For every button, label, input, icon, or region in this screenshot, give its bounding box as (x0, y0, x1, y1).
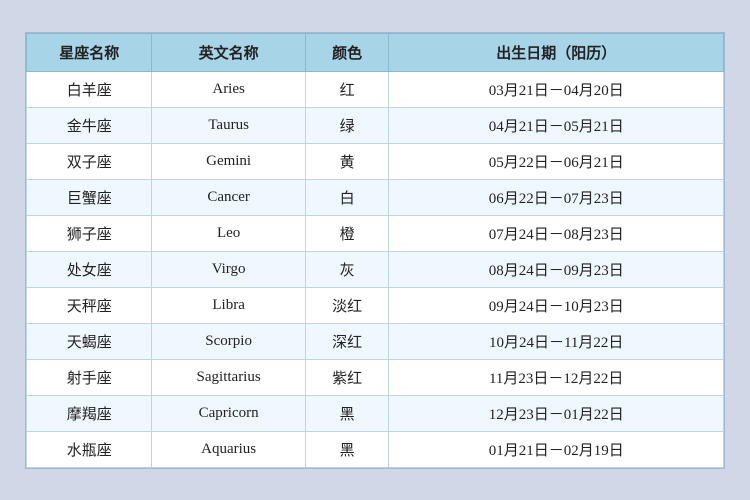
cell-color: 深红 (305, 323, 389, 359)
cell-en: Virgo (152, 251, 305, 287)
table-row: 水瓶座Aquarius黑01月21日－02月19日 (27, 431, 724, 467)
cell-en: Aquarius (152, 431, 305, 467)
cell-date: 05月22日－06月21日 (389, 143, 724, 179)
cell-en: Gemini (152, 143, 305, 179)
header-date: 出生日期（阳历） (389, 33, 724, 71)
cell-color: 绿 (305, 107, 389, 143)
cell-zh: 金牛座 (27, 107, 152, 143)
table-body: 白羊座Aries红03月21日－04月20日金牛座Taurus绿04月21日－0… (27, 71, 724, 467)
cell-en: Taurus (152, 107, 305, 143)
cell-date: 10月24日－11月22日 (389, 323, 724, 359)
header-zh: 星座名称 (27, 33, 152, 71)
table-row: 狮子座Leo橙07月24日－08月23日 (27, 215, 724, 251)
cell-en: Libra (152, 287, 305, 323)
cell-en: Cancer (152, 179, 305, 215)
zodiac-table: 星座名称 英文名称 颜色 出生日期（阳历） 白羊座Aries红03月21日－04… (26, 33, 724, 468)
header-en: 英文名称 (152, 33, 305, 71)
cell-date: 09月24日－10月23日 (389, 287, 724, 323)
table-row: 巨蟹座Cancer白06月22日－07月23日 (27, 179, 724, 215)
cell-date: 12月23日－01月22日 (389, 395, 724, 431)
cell-color: 灰 (305, 251, 389, 287)
table-row: 摩羯座Capricorn黑12月23日－01月22日 (27, 395, 724, 431)
cell-zh: 天秤座 (27, 287, 152, 323)
cell-color: 红 (305, 71, 389, 107)
table-row: 金牛座Taurus绿04月21日－05月21日 (27, 107, 724, 143)
cell-zh: 巨蟹座 (27, 179, 152, 215)
cell-color: 黄 (305, 143, 389, 179)
cell-date: 06月22日－07月23日 (389, 179, 724, 215)
table-row: 白羊座Aries红03月21日－04月20日 (27, 71, 724, 107)
cell-en: Capricorn (152, 395, 305, 431)
cell-zh: 白羊座 (27, 71, 152, 107)
cell-zh: 处女座 (27, 251, 152, 287)
cell-color: 淡红 (305, 287, 389, 323)
cell-zh: 摩羯座 (27, 395, 152, 431)
cell-zh: 天蝎座 (27, 323, 152, 359)
cell-en: Sagittarius (152, 359, 305, 395)
cell-date: 03月21日－04月20日 (389, 71, 724, 107)
cell-color: 黑 (305, 431, 389, 467)
cell-color: 橙 (305, 215, 389, 251)
cell-zh: 狮子座 (27, 215, 152, 251)
header-color: 颜色 (305, 33, 389, 71)
table-row: 双子座Gemini黄05月22日－06月21日 (27, 143, 724, 179)
cell-date: 11月23日－12月22日 (389, 359, 724, 395)
cell-en: Leo (152, 215, 305, 251)
cell-date: 01月21日－02月19日 (389, 431, 724, 467)
cell-color: 白 (305, 179, 389, 215)
cell-date: 07月24日－08月23日 (389, 215, 724, 251)
cell-zh: 水瓶座 (27, 431, 152, 467)
cell-en: Scorpio (152, 323, 305, 359)
cell-date: 08月24日－09月23日 (389, 251, 724, 287)
table-row: 天蝎座Scorpio深红10月24日－11月22日 (27, 323, 724, 359)
cell-en: Aries (152, 71, 305, 107)
table-row: 天秤座Libra淡红09月24日－10月23日 (27, 287, 724, 323)
cell-color: 紫红 (305, 359, 389, 395)
table-header-row: 星座名称 英文名称 颜色 出生日期（阳历） (27, 33, 724, 71)
cell-date: 04月21日－05月21日 (389, 107, 724, 143)
table-row: 射手座Sagittarius紫红11月23日－12月22日 (27, 359, 724, 395)
cell-zh: 双子座 (27, 143, 152, 179)
cell-zh: 射手座 (27, 359, 152, 395)
table-row: 处女座Virgo灰08月24日－09月23日 (27, 251, 724, 287)
cell-color: 黑 (305, 395, 389, 431)
zodiac-table-container: 星座名称 英文名称 颜色 出生日期（阳历） 白羊座Aries红03月21日－04… (25, 32, 725, 469)
